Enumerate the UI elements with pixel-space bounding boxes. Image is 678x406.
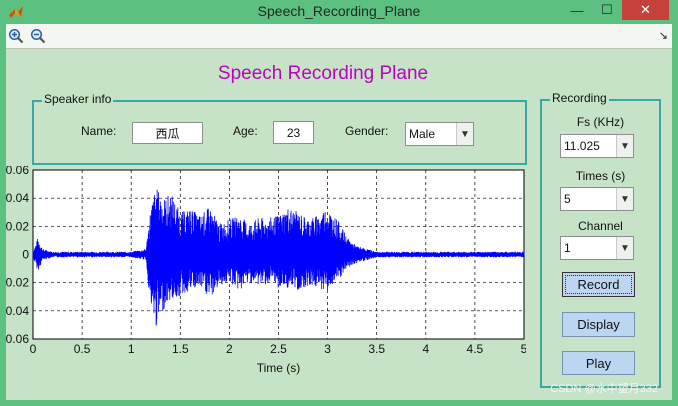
name-field[interactable]: 西瓜 bbox=[132, 122, 203, 144]
x-tick-label: 1.5 bbox=[172, 342, 189, 356]
x-tick-label: 3 bbox=[324, 342, 331, 356]
gender-label: Gender: bbox=[345, 124, 389, 138]
page-title: Speech Recording Plane bbox=[217, 63, 429, 84]
zoom-out-icon[interactable] bbox=[30, 28, 46, 44]
age-label: Age: bbox=[233, 124, 258, 138]
x-tick-label: 1 bbox=[128, 342, 135, 356]
title-bar[interactable]: Speech_Recording_Plane — ☐ ✕ bbox=[0, 0, 678, 24]
x-tick-label: 2.5 bbox=[270, 342, 287, 356]
gender-select-value: Male bbox=[409, 127, 436, 141]
x-tick-label: 4 bbox=[422, 342, 429, 356]
name-label: Name: bbox=[81, 124, 117, 138]
times-select-value: 5 bbox=[564, 192, 571, 206]
maximize-button[interactable]: ☐ bbox=[592, 0, 622, 20]
y-tick-label: -0.02 bbox=[6, 276, 29, 290]
app-window: Speech_Recording_Plane — ☐ ✕ ↘ Speech Re… bbox=[0, 0, 678, 406]
channel-select[interactable]: 1 ▼ bbox=[560, 236, 634, 260]
chevron-down-icon[interactable]: ▼ bbox=[616, 188, 633, 210]
channel-label: Channel bbox=[578, 219, 623, 233]
chevron-down-icon[interactable]: ▼ bbox=[616, 135, 633, 157]
recording-title: Recording bbox=[550, 91, 609, 105]
x-tick-label: 0.5 bbox=[74, 342, 91, 356]
recording-panel: Recording Fs (KHz) 11.025 ▼ Times (s) 5 … bbox=[540, 91, 661, 388]
times-select[interactable]: 5 ▼ bbox=[560, 187, 634, 211]
record-button[interactable]: Record bbox=[562, 272, 635, 297]
gender-select[interactable]: Male ▼ bbox=[405, 122, 474, 146]
y-tick-label: -0.04 bbox=[6, 304, 29, 318]
display-button[interactable]: Display bbox=[562, 312, 635, 337]
y-tick-label: 0.02 bbox=[6, 219, 29, 233]
chevron-down-icon[interactable]: ▼ bbox=[456, 123, 473, 145]
zoom-in-icon[interactable] bbox=[8, 28, 24, 44]
fs-select-value: 11.025 bbox=[564, 139, 600, 153]
channel-select-value: 1 bbox=[564, 241, 571, 255]
figure-toolbar: ↘ bbox=[6, 24, 672, 49]
speaker-info-title: Speaker info bbox=[42, 92, 114, 106]
watermark-text: CSDN @水中望月332 bbox=[550, 383, 658, 395]
x-tick-label: 4.5 bbox=[467, 342, 484, 356]
y-tick-label: 0.04 bbox=[6, 191, 29, 205]
x-tick-label: 2 bbox=[226, 342, 233, 356]
y-tick-label: -0.06 bbox=[6, 332, 29, 346]
chevron-down-icon[interactable]: ▼ bbox=[616, 237, 633, 259]
play-button[interactable]: Play bbox=[562, 351, 635, 375]
minimize-button[interactable]: — bbox=[562, 0, 592, 20]
speaker-info-panel: Speaker info Name: 西瓜 Age: 23 Gender: Ma… bbox=[32, 92, 527, 165]
y-tick-label: 0.06 bbox=[6, 166, 29, 177]
times-label: Times (s) bbox=[575, 169, 626, 183]
toolbar-corner-arrow-icon[interactable]: ↘ bbox=[659, 29, 668, 42]
x-tick-label: 0 bbox=[30, 342, 37, 356]
x-axis-label: Time (s) bbox=[257, 361, 301, 375]
fs-select[interactable]: 11.025 ▼ bbox=[560, 134, 634, 158]
waveform-axes: 0 0.5 1 1.5 2 2.5 3 3.5 4 4.5 5 0.06 0.04 0.02 0 -0.02 -… bbox=[6, 166, 526, 375]
y-tick-label: 0 bbox=[22, 248, 29, 262]
close-button[interactable]: ✕ bbox=[622, 0, 669, 20]
fs-label: Fs (KHz) bbox=[576, 115, 625, 129]
x-tick-label: 3.5 bbox=[368, 342, 385, 356]
x-tick-label: 5 bbox=[521, 342, 526, 356]
age-field[interactable]: 23 bbox=[273, 121, 314, 144]
figure-canvas: Speech Recording Plane Speaker info Name… bbox=[6, 49, 672, 400]
